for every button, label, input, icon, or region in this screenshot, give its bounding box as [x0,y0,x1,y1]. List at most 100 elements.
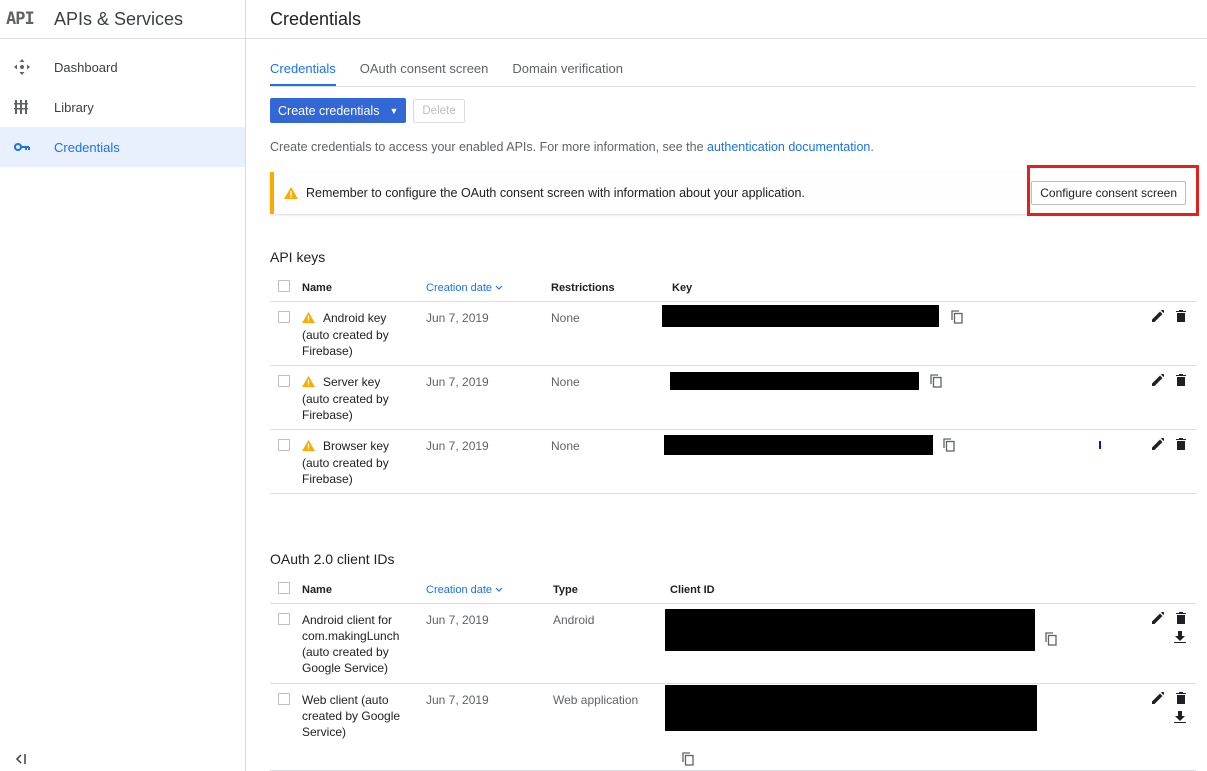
warning-text: Remember to configure the OAuth consent … [306,186,805,200]
table-row[interactable]: Browser key (auto created by Firebase) Jun… [270,429,1196,494]
intro-suffix: . [870,140,874,154]
copy-icon[interactable] [951,309,963,328]
copy-icon[interactable] [682,751,694,770]
delete-icon[interactable] [1176,309,1186,326]
key-name-note: Firebase) [302,407,353,422]
column-creation-date-label: Creation date [426,281,493,294]
sidebar-item-label: Library [54,99,94,115]
column-client-id: Client ID [670,577,1060,604]
client-name-line: created by Google [302,708,401,723]
column-creation-date[interactable]: Creation date [426,275,551,302]
row-checkbox[interactable] [278,374,290,387]
key-name[interactable]: Android key [323,310,386,326]
column-creation-date-label: Creation date [426,583,493,596]
tab-credentials[interactable]: Credentials [270,61,336,86]
creation-date: Jun 7, 2019 [426,683,553,771]
column-name: Name [302,577,426,604]
oauth-client-ids-title: OAuth 2.0 client IDs [270,551,395,567]
sidebar-item-label: Dashboard [54,59,118,75]
client-name-note: Google Service) [302,660,389,675]
tabs: Credentials OAuth consent screen Domain … [270,39,1196,87]
delete-button[interactable]: Delete [413,98,465,123]
row-checkbox[interactable] [278,692,290,705]
tab-oauth-consent-screen[interactable]: OAuth consent screen [360,61,489,86]
delete-icon[interactable] [1176,373,1186,390]
client-type: Web application [553,683,670,771]
column-key: Key [666,275,996,302]
restrictions: None [551,429,666,494]
row-checkbox[interactable] [278,438,290,451]
row-checkbox[interactable] [278,310,290,323]
creation-date: Jun 7, 2019 [426,603,553,684]
sidebar-header: API APIs & Services [0,0,245,39]
edit-icon[interactable] [1152,610,1165,628]
copy-icon[interactable] [1045,631,1057,650]
restrictions: None [551,301,666,366]
intro-text: Create credentials to access your enable… [270,140,1196,154]
api-logo: API [6,9,35,29]
table-row[interactable]: Web client (auto created by Google Service… [270,683,1196,771]
key-name[interactable]: Browser key [323,438,389,454]
client-name[interactable]: Android client for [302,612,426,628]
client-type: Android [553,603,670,684]
dashboard-icon [14,59,54,75]
download-icon[interactable] [1174,710,1186,727]
create-credentials-button[interactable]: Create credentials ▼ [270,98,407,123]
creation-date: Jun 7, 2019 [426,365,551,430]
select-all-checkbox[interactable] [278,582,290,595]
restrictions: None [551,365,666,430]
consent-warning-banner: Remember to configure the OAuth consent … [270,172,1196,214]
delete-icon[interactable] [1176,691,1186,708]
warning-icon [284,187,306,199]
select-all-checkbox[interactable] [278,280,290,293]
edit-icon[interactable] [1152,690,1165,708]
page-title: Credentials [270,8,362,29]
redacted-key [662,304,939,327]
cursor-mark [1099,441,1101,449]
key-name-note: Firebase) [302,471,353,486]
copy-icon[interactable] [943,437,955,456]
intro-text-body: Create credentials to access your enable… [270,140,708,154]
sidebar-item-label: Credentials [54,139,120,155]
redacted-client-id [665,608,1035,651]
column-creation-date[interactable]: Creation date [426,577,553,604]
edit-icon[interactable] [1152,372,1165,390]
main-content: Credentials OAuth consent screen Domain … [270,39,1199,771]
sidebar-title: APIs & Services [54,8,184,29]
sidebar-item-library[interactable]: Library [0,87,245,127]
table-row[interactable]: Android key (auto created by Firebase) Jun… [270,301,1196,366]
key-name[interactable]: Server key [323,374,380,390]
authentication-documentation-link[interactable]: authentication documentation [707,140,870,154]
collapse-sidebar-button[interactable] [15,752,27,767]
row-checkbox[interactable] [278,612,290,625]
edit-icon[interactable] [1152,436,1165,454]
tab-domain-verification[interactable]: Domain verification [512,61,623,86]
delete-icon[interactable] [1176,437,1186,454]
dropdown-caret-icon: ▼ [389,105,399,116]
toolbar: Create credentials ▼ Delete [270,98,1196,123]
client-name[interactable]: Web client (auto [302,692,426,708]
download-icon[interactable] [1174,630,1186,647]
edit-icon[interactable] [1152,308,1165,326]
sidebar-item-credentials[interactable]: Credentials [0,127,245,167]
sidebar: API APIs & Services Dashboard Library Cr… [0,0,246,771]
library-icon [14,100,54,114]
key-icon [14,142,54,152]
column-name: Name [302,275,426,302]
collapse-icon [15,754,26,764]
sidebar-item-dashboard[interactable]: Dashboard [0,47,245,87]
sidebar-nav: Dashboard Library Credentials [0,47,245,167]
table-header-row: Name Creation date Restrictions Key [270,275,1196,302]
key-name-note: (auto created by [302,455,389,470]
chevron-down-icon [495,587,503,592]
client-name-note: (auto created by [302,644,389,659]
warning-icon [302,375,315,391]
configure-consent-screen-button[interactable]: Configure consent screen [1031,181,1186,205]
client-name-line: Service) [302,724,347,739]
table-row[interactable]: Android client for com.makingLunch (auto c… [270,603,1196,684]
table-row[interactable]: Server key (auto created by Firebase) Jun … [270,365,1196,430]
column-restrictions: Restrictions [551,275,666,302]
copy-icon[interactable] [930,373,942,392]
key-name-note: (auto created by [302,391,389,406]
delete-icon[interactable] [1176,611,1186,628]
